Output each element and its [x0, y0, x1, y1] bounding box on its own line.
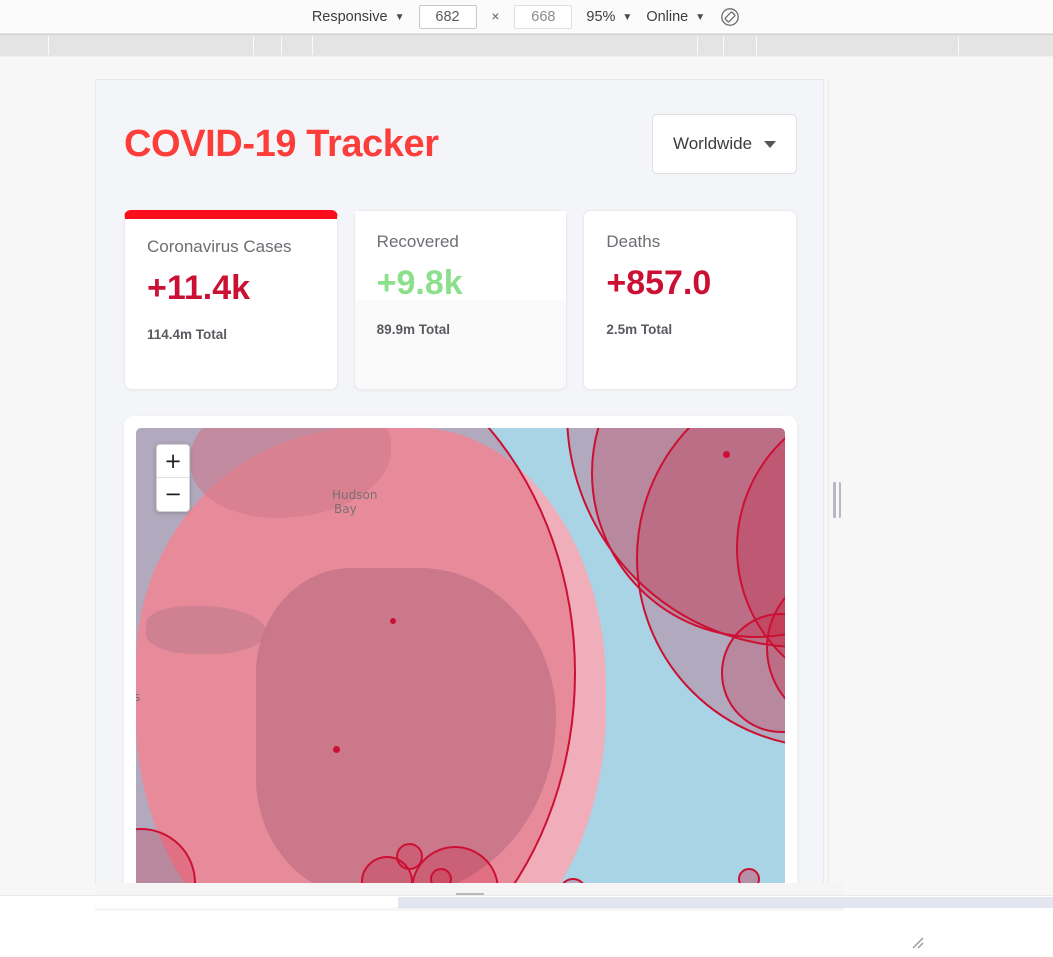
country-selector-value: Worldwide	[672, 134, 753, 153]
stat-card-recovered[interactable]: Recovered +9.8k 89.9m Total	[353, 210, 568, 390]
chevron-down-icon: ▼	[394, 11, 405, 23]
bottom-status-bar	[0, 895, 1053, 908]
stat-card-deaths[interactable]: Deaths +857.0 2.5m Total	[583, 210, 798, 390]
devtools-toolbar-strip	[0, 34, 1053, 57]
page-title: COVID-19 Tracker	[124, 123, 439, 165]
stat-card-total: 114.4m Total	[147, 326, 228, 342]
map-dot[interactable]	[723, 451, 730, 458]
stat-card-delta: +9.8k	[376, 263, 463, 302]
stat-card-delta: +11.4k	[147, 268, 251, 307]
stat-card-title: Deaths	[606, 232, 661, 251]
status-bar-left	[0, 896, 395, 908]
viewport-width-resize-handle[interactable]	[828, 79, 844, 897]
responsive-design-mode-toolbar: Responsive ▼ × 95% ▼ Online ▼	[0, 0, 1053, 34]
viewport-width-input[interactable]	[418, 4, 477, 29]
responsive-viewport-area: COVID-19 Tracker Worldwide Coronavirus C…	[0, 57, 1053, 949]
map-circle[interactable]	[136, 428, 576, 896]
zoom-selector[interactable]: 95% ▼	[586, 9, 632, 25]
map-dot[interactable]	[333, 746, 340, 753]
chevron-down-icon: ▼	[622, 11, 633, 23]
throttling-selector-label: Online	[646, 8, 689, 25]
horizontal-scrollbar[interactable]	[398, 897, 1053, 908]
app-header: COVID-19 Tracker Worldwide	[124, 108, 797, 180]
stat-card-title: Coronavirus Cases	[147, 237, 292, 256]
covid-tracker-app: COVID-19 Tracker Worldwide Coronavirus C…	[96, 80, 823, 896]
viewport-corner-resize-handle[interactable]	[908, 935, 928, 955]
covid-map[interactable]: Hudson Bay s United Kingdom France Españ…	[136, 428, 785, 896]
map-dot[interactable]	[390, 618, 396, 624]
map-zoom-control: + −	[156, 444, 190, 512]
country-selector-dropdown[interactable]: Worldwide	[652, 114, 797, 174]
viewport-height-input[interactable]	[514, 4, 573, 29]
stat-card-cases[interactable]: Coronavirus Cases +11.4k 114.4m Total	[124, 210, 338, 390]
stat-card-total: 2.5m Total	[606, 321, 673, 337]
map-zoom-out-button[interactable]: −	[157, 478, 189, 511]
rotate-viewport-icon[interactable]	[719, 6, 741, 28]
device-selector[interactable]: Responsive ▼	[312, 9, 405, 25]
resize-grip-icon	[833, 482, 841, 518]
chevron-down-icon: ▼	[695, 11, 706, 23]
stats-row: Coronavirus Cases +11.4k 114.4m Total Re…	[124, 210, 798, 390]
stat-card-title: Recovered	[376, 232, 459, 251]
throttling-selector[interactable]: Online ▼	[646, 9, 705, 25]
device-viewport: COVID-19 Tracker Worldwide Coronavirus C…	[95, 79, 824, 897]
device-selector-label: Responsive	[311, 8, 388, 25]
map-zoom-in-button[interactable]: +	[157, 445, 189, 478]
stat-card-delta: +857.0	[606, 263, 712, 302]
stat-card-total: 89.9m Total	[376, 321, 450, 337]
dimension-separator: ×	[491, 9, 500, 24]
map-card: Hudson Bay s United Kingdom France Españ…	[124, 416, 797, 896]
zoom-selector-label: 95%	[586, 8, 616, 25]
chevron-down-icon	[764, 140, 777, 148]
